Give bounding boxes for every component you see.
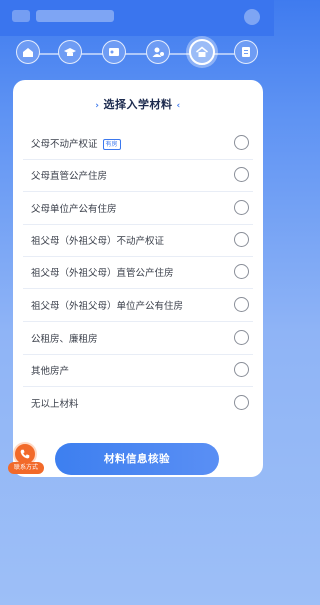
materials-card: › 选择入学材料 ‹ 父母不动产权证 有房 父母直管公产住房 父母单位产公有住房 祖父…	[13, 80, 263, 477]
steps-connector	[22, 53, 252, 55]
option-parent-property-cert[interactable]: 父母不动产权证 有房	[23, 128, 253, 160]
option-label: 父母不动产权证	[31, 139, 98, 150]
option-grandparent-unit-housing[interactable]: 祖父母（外祖父母）单位产公有住房	[23, 290, 253, 322]
step-identity[interactable]	[102, 40, 126, 64]
radio-button[interactable]	[234, 395, 249, 410]
contact-label: 联系方式	[8, 462, 44, 474]
option-label: 祖父母（外祖父母）直管公产住房	[31, 268, 174, 279]
home-icon	[23, 48, 33, 57]
option-public-rental-housing[interactable]: 公租房、廉租房	[23, 323, 253, 355]
has-house-badge: 有房	[102, 139, 121, 150]
option-other-property[interactable]: 其他房产	[23, 355, 253, 387]
right-chevron-icon: ‹	[176, 101, 181, 111]
menu-icon[interactable]	[244, 9, 260, 25]
back-icon[interactable]	[12, 10, 30, 22]
option-label: 父母直管公产住房	[31, 171, 108, 182]
card-title: 选择入学材料	[103, 98, 173, 111]
id-card-icon	[109, 48, 119, 56]
option-label: 父母单位产公有住房	[31, 204, 117, 215]
radio-button[interactable]	[234, 297, 249, 312]
option-grandparent-property-cert[interactable]: 祖父母（外祖父母）不动产权证	[23, 225, 253, 257]
option-parent-public-housing[interactable]: 父母直管公产住房	[23, 160, 253, 192]
left-chevron-icon: ›	[95, 101, 100, 111]
option-label: 无以上材料	[31, 399, 79, 410]
radio-button[interactable]	[234, 362, 249, 377]
radio-button[interactable]	[234, 135, 249, 150]
step-school[interactable]	[58, 40, 82, 64]
house-icon	[196, 46, 208, 57]
step-documents[interactable]	[234, 40, 258, 64]
contact-button[interactable]: 联系方式	[8, 442, 44, 476]
radio-button[interactable]	[234, 232, 249, 247]
radio-button[interactable]	[234, 200, 249, 215]
option-grandparent-public-housing[interactable]: 祖父母（外祖父母）直管公产住房	[23, 257, 253, 289]
option-none[interactable]: 无以上材料	[23, 388, 253, 420]
top-bar	[0, 0, 274, 36]
verify-materials-button[interactable]: 材料信息核验	[55, 443, 219, 475]
option-parent-unit-housing[interactable]: 父母单位产公有住房	[23, 193, 253, 225]
radio-button[interactable]	[234, 167, 249, 182]
option-label: 其他房产	[31, 366, 70, 377]
radio-button[interactable]	[234, 264, 249, 279]
step-home[interactable]	[16, 40, 40, 64]
option-label: 公租房、廉租房	[31, 334, 98, 345]
page-title	[36, 10, 114, 22]
progress-steps	[10, 39, 264, 68]
option-label: 祖父母（外祖父母）不动产权证	[31, 236, 165, 247]
graduation-cap-icon	[64, 48, 76, 56]
option-label: 祖父母（外祖父母）单位产公有住房	[31, 301, 184, 312]
radio-button[interactable]	[234, 330, 249, 345]
step-housing[interactable]	[189, 39, 215, 65]
step-guardian[interactable]	[146, 40, 170, 64]
guardian-icon	[152, 47, 164, 57]
card-title-row: › 选择入学材料 ‹	[13, 96, 263, 112]
document-icon	[242, 47, 250, 57]
